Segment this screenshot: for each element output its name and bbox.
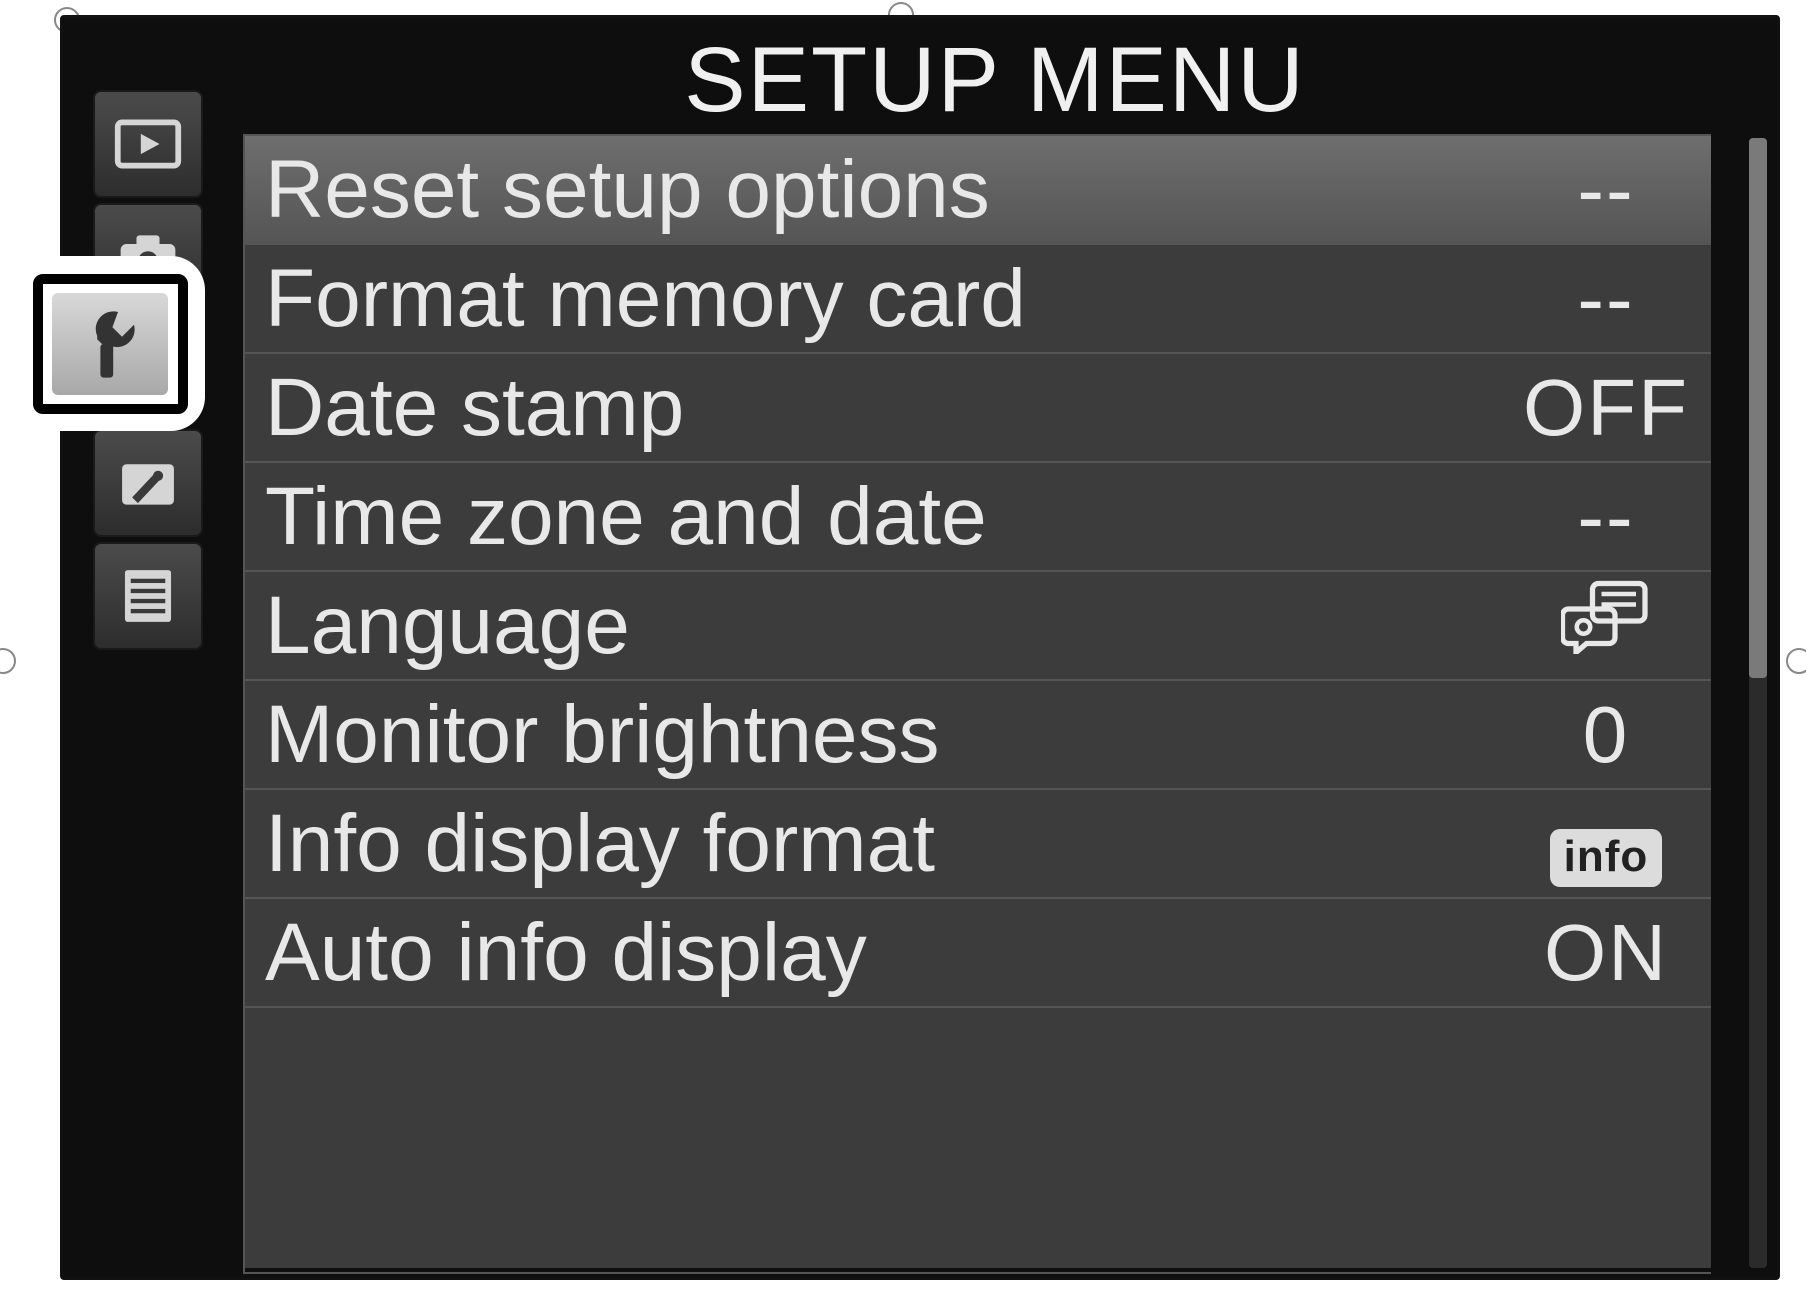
setup-tab[interactable] — [15, 256, 205, 431]
menu-item-reset-setup-options[interactable]: Reset setup options -- — [245, 136, 1711, 245]
selection-handle — [1786, 648, 1806, 674]
setup-tab-button — [52, 293, 168, 395]
menu-item-label: Reset setup options — [245, 143, 1501, 237]
wrench-icon — [70, 304, 150, 384]
camera-menu-screen: SETUP MENU — [60, 15, 1780, 1280]
recent-tab[interactable] — [93, 542, 203, 650]
retouch-tab[interactable] — [93, 429, 203, 537]
menu-item-monitor-brightness[interactable]: Monitor brightness 0 — [245, 681, 1711, 790]
menu-item-info-display-format[interactable]: Info display format info — [245, 790, 1711, 899]
selection-handle — [0, 648, 16, 674]
menu-item-time-zone-and-date[interactable]: Time zone and date -- — [245, 463, 1711, 572]
menu-item-value: info — [1501, 798, 1711, 890]
menu-item-value: -- — [1501, 144, 1711, 236]
menu-item-date-stamp[interactable]: Date stamp OFF — [245, 354, 1711, 463]
menu-item-label: Info display format — [245, 797, 1501, 891]
setup-tab-frame — [33, 274, 188, 414]
menu-item-label: Date stamp — [245, 361, 1501, 455]
menu-item-value: OFF — [1501, 362, 1711, 454]
info-badge: info — [1550, 829, 1663, 887]
playback-tab[interactable] — [93, 90, 203, 198]
menu-item-label: Format memory card — [245, 252, 1501, 346]
menu-item-value: ON — [1501, 907, 1711, 999]
menu-item-value: -- — [1501, 253, 1711, 345]
list-icon — [112, 560, 184, 632]
menu-item-language[interactable]: Language — [245, 572, 1711, 681]
setup-menu-list: Reset setup options -- Format memory car… — [243, 134, 1711, 1274]
scroll-thumb[interactable] — [1749, 138, 1767, 678]
menu-item-label: Language — [245, 579, 1501, 673]
menu-item-value: -- — [1501, 471, 1711, 563]
menu-item-overflow — [245, 1008, 1711, 1268]
menu-item-format-memory-card[interactable]: Format memory card -- — [245, 245, 1711, 354]
menu-item-value: 0 — [1501, 689, 1711, 781]
menu-item-label: Auto info display — [245, 906, 1501, 1000]
menu-item-auto-info-display[interactable]: Auto info display ON — [245, 899, 1711, 1008]
menu-scrollbar[interactable] — [1749, 138, 1767, 1268]
language-icon — [1561, 579, 1651, 654]
play-icon — [112, 108, 184, 180]
menu-item-label: Monitor brightness — [245, 688, 1501, 782]
menu-item-value — [1501, 579, 1711, 673]
page-title: SETUP MENU — [243, 26, 1747, 134]
menu-item-label: Time zone and date — [245, 470, 1501, 564]
brush-icon — [112, 447, 184, 519]
